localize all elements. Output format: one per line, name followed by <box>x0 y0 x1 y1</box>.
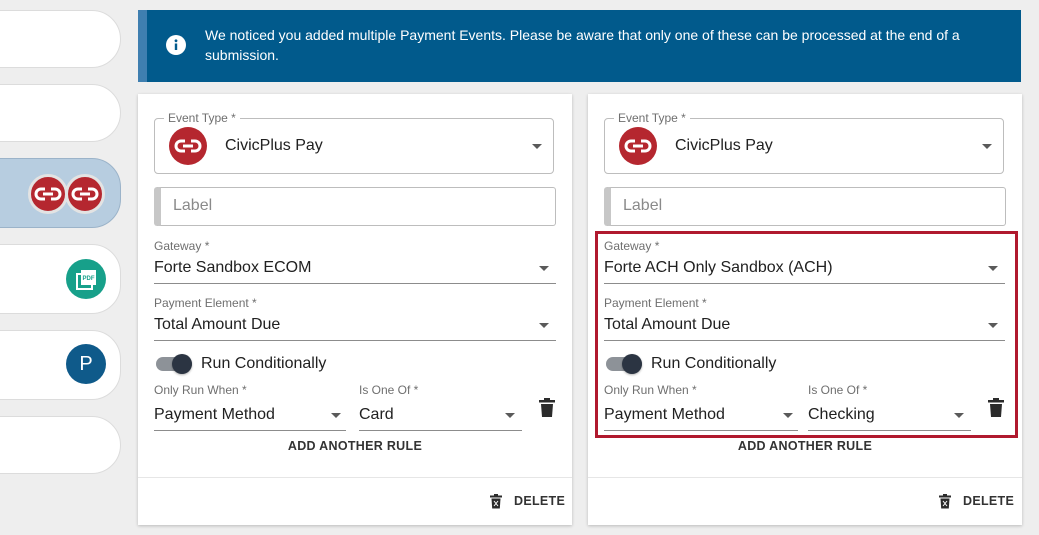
event-type-label: Event Type * <box>164 111 240 125</box>
is-one-of-underline <box>359 430 522 431</box>
info-icon <box>166 35 186 55</box>
run-conditionally-label: Run Conditionally <box>201 355 327 372</box>
is-one-of-underline <box>808 430 971 431</box>
add-another-rule-button[interactable]: ADD ANOTHER RULE <box>138 439 572 453</box>
sidebar-item-p[interactable]: P <box>0 330 121 400</box>
civicplus-pay-logo-icon <box>28 174 68 214</box>
civicplus-pay-logo-icon <box>619 127 657 165</box>
civicplus-pay-logo-icon <box>65 174 105 214</box>
payment-element-underline <box>154 340 556 341</box>
chevron-down-icon <box>783 413 793 418</box>
label-field[interactable] <box>154 187 556 226</box>
gateway-label: Gateway * <box>604 239 660 253</box>
chevron-down-icon <box>539 323 549 328</box>
p-icon: P <box>66 344 106 384</box>
run-conditionally-label: Run Conditionally <box>651 355 777 372</box>
delete-label: DELETE <box>963 494 1015 508</box>
is-one-of-select[interactable]: Checking <box>808 406 875 424</box>
payment-element-select[interactable]: Total Amount Due <box>604 316 730 334</box>
event-type-value: CivicPlus Pay <box>675 137 773 154</box>
sidebar-item-payment-events[interactable] <box>0 158 121 228</box>
card-footer-divider <box>588 477 1022 478</box>
payment-event-card-1: Event Type * CivicPlus Pay Gateway * For… <box>138 94 572 525</box>
add-another-rule-button[interactable]: ADD ANOTHER RULE <box>588 439 1022 453</box>
trash-icon[interactable] <box>988 398 1004 418</box>
gateway-underline <box>154 283 556 284</box>
trash-icon <box>490 494 502 509</box>
label-input[interactable] <box>173 197 533 215</box>
payment-element-label: Payment Element * <box>154 296 257 310</box>
chevron-down-icon <box>331 413 341 418</box>
civicplus-pay-logo-icon <box>169 127 207 165</box>
gateway-label: Gateway * <box>154 239 210 253</box>
event-type-label: Event Type * <box>614 111 690 125</box>
label-field[interactable] <box>604 187 1006 226</box>
delete-event-button[interactable]: DELETE <box>939 492 1014 512</box>
chevron-down-icon <box>988 323 998 328</box>
event-type-value: CivicPlus Pay <box>225 137 323 154</box>
payment-event-card-2: Event Type * CivicPlus Pay Gateway * For… <box>588 94 1022 525</box>
label-input[interactable] <box>623 197 983 215</box>
sidebar-item-pdf[interactable]: PDF <box>0 244 121 314</box>
trash-icon[interactable] <box>539 398 555 418</box>
is-one-of-label: Is One Of * <box>808 383 868 397</box>
only-run-when-select[interactable]: Payment Method <box>604 406 725 424</box>
chevron-down-icon <box>954 413 964 418</box>
sidebar-item-1[interactable] <box>0 10 121 68</box>
chevron-down-icon <box>988 266 998 271</box>
event-type-select[interactable]: Event Type * CivicPlus Pay <box>154 111 554 174</box>
payment-element-underline <box>604 340 1005 341</box>
card-footer-divider <box>138 477 572 478</box>
gateway-select[interactable]: Forte Sandbox ECOM <box>154 259 311 277</box>
trash-icon <box>939 494 951 509</box>
chevron-down-icon <box>539 266 549 271</box>
only-run-when-underline <box>604 430 798 431</box>
delete-event-button[interactable]: DELETE <box>490 492 565 512</box>
only-run-when-select[interactable]: Payment Method <box>154 406 275 424</box>
run-conditionally-toggle-knob[interactable] <box>172 354 192 374</box>
gateway-underline <box>604 283 1005 284</box>
payment-element-label: Payment Element * <box>604 296 707 310</box>
is-one-of-select[interactable]: Card <box>359 406 394 424</box>
payment-element-select[interactable]: Total Amount Due <box>154 316 280 334</box>
only-run-when-underline <box>154 430 346 431</box>
banner-message: We noticed you added multiple Payment Ev… <box>205 27 960 63</box>
sidebar-item-6[interactable] <box>0 416 121 474</box>
pdf-icon: PDF <box>66 259 106 299</box>
only-run-when-label: Only Run When * <box>604 383 697 397</box>
delete-label: DELETE <box>514 494 566 508</box>
multiple-payment-events-banner: We noticed you added multiple Payment Ev… <box>138 10 1021 82</box>
is-one-of-label: Is One Of * <box>359 383 419 397</box>
chevron-down-icon <box>532 144 542 149</box>
gateway-select[interactable]: Forte ACH Only Sandbox (ACH) <box>604 259 833 277</box>
run-conditionally-toggle-knob[interactable] <box>622 354 642 374</box>
event-type-select[interactable]: Event Type * CivicPlus Pay <box>604 111 1004 174</box>
sidebar-item-2[interactable] <box>0 84 121 142</box>
only-run-when-label: Only Run When * <box>154 383 247 397</box>
chevron-down-icon <box>505 413 515 418</box>
pdf-icon-text: PDF <box>83 276 95 282</box>
chevron-down-icon <box>982 144 992 149</box>
